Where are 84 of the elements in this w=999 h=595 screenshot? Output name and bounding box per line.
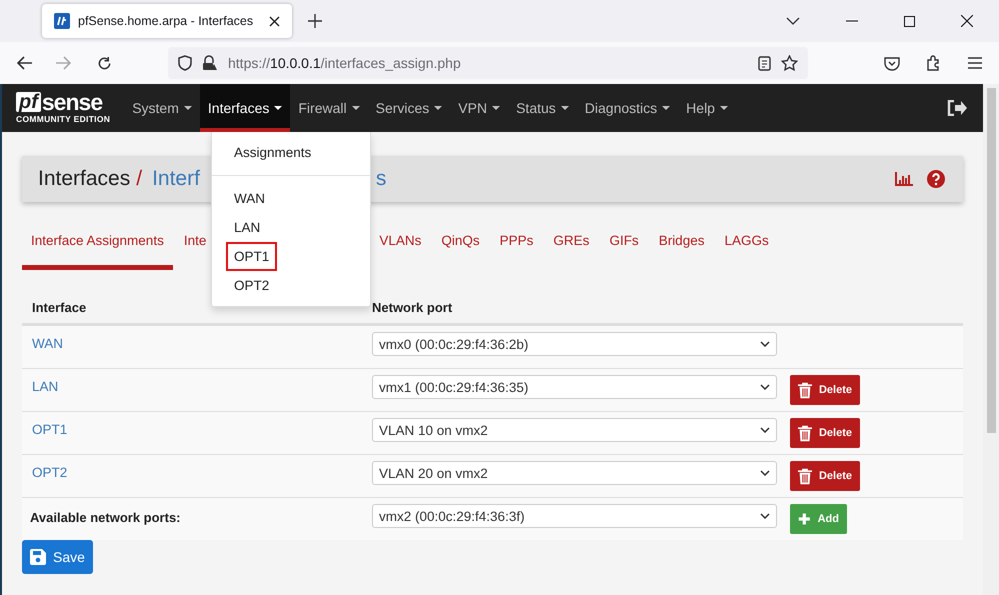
save-button[interactable]: Save: [22, 540, 93, 574]
minimize-icon[interactable]: [846, 20, 858, 22]
reload-icon[interactable]: [97, 56, 112, 70]
tab[interactable]: Interface Assignments: [22, 230, 173, 270]
logout-icon[interactable]: [947, 100, 967, 116]
caret-icon: [434, 106, 442, 110]
menu-item[interactable]: OPT2: [226, 271, 278, 300]
column-header: Network port: [372, 300, 454, 314]
shield-icon: [178, 55, 192, 71]
caret-icon: [560, 106, 569, 110]
tab[interactable]: QinQs: [432, 230, 489, 270]
chevron-down-icon[interactable]: [786, 17, 800, 25]
breadcrumb-separator: /: [136, 167, 142, 191]
nav-menu[interactable]: VPN: [450, 84, 508, 132]
chevron-down-icon: [760, 427, 770, 433]
delete-button[interactable]: Delete: [790, 418, 860, 448]
delete-button[interactable]: Delete: [790, 461, 860, 491]
nav-menu[interactable]: Interfaces: [200, 84, 290, 132]
nav-menu[interactable]: Firewall: [290, 84, 368, 132]
menu-item[interactable]: OPT1: [226, 242, 278, 271]
caret-icon: [184, 106, 192, 110]
port-select[interactable]: VLAN 20 on vmx2: [372, 461, 777, 485]
new-tab-icon[interactable]: [308, 14, 322, 28]
logo-wordmark: sense: [42, 92, 102, 112]
tab[interactable]: GREs: [544, 230, 598, 270]
breadcrumb-section: Interfaces: [38, 167, 130, 191]
caret-icon: [720, 106, 728, 110]
pfsense-favicon-icon: [54, 13, 70, 29]
scrollbar[interactable]: [983, 84, 999, 595]
tab[interactable]: VLANs: [370, 230, 430, 270]
trash-icon: [798, 466, 812, 486]
nav-menu[interactable]: Diagnostics: [576, 84, 678, 132]
close-icon[interactable]: [269, 16, 280, 26]
tab-title: pfSense.home.arpa - Interfaces: [78, 14, 254, 28]
pocket-icon[interactable]: [884, 56, 900, 70]
tab[interactable]: GIFs: [600, 230, 648, 270]
address-bar[interactable]: https://10.0.0.1/interfaces_assign.php: [168, 47, 808, 79]
plus-icon: [798, 511, 811, 527]
interface-link[interactable]: WAN: [32, 336, 63, 351]
menu-item[interactable]: WAN: [226, 184, 273, 213]
menu-item[interactable]: Assignments: [226, 138, 320, 167]
logo-mark: pf: [16, 92, 41, 112]
port-select[interactable]: VLAN 10 on vmx2: [372, 418, 777, 442]
caret-icon: [492, 106, 500, 110]
interface-link[interactable]: LAN: [32, 379, 58, 394]
maximize-icon[interactable]: [904, 16, 915, 26]
trash-icon: [798, 424, 812, 442]
help-icon[interactable]: [927, 170, 945, 188]
chevron-down-icon: [760, 470, 770, 476]
port-select[interactable]: vmx2 (00:0c:29:f4:36:3f): [372, 504, 777, 528]
tab[interactable]: Inte: [174, 230, 216, 270]
column-header: Interface: [31, 300, 88, 314]
caret-icon: [662, 106, 670, 110]
available-ports-label: Available network ports:: [30, 510, 180, 525]
reader-view-icon[interactable]: [758, 56, 771, 70]
chevron-down-icon: [760, 513, 770, 519]
caret-icon: [274, 106, 282, 110]
nav-menu[interactable]: Help: [678, 84, 736, 132]
port-select[interactable]: vmx1 (00:0c:29:f4:36:35): [372, 375, 777, 399]
menu-icon[interactable]: [968, 57, 982, 69]
nav-menu[interactable]: Status: [508, 84, 577, 132]
close-icon[interactable]: [961, 15, 973, 27]
tab[interactable]: LAGGs: [715, 230, 778, 270]
star-icon[interactable]: [781, 55, 798, 71]
nav-menu[interactable]: Services: [368, 84, 450, 132]
chevron-down-icon: [760, 384, 770, 390]
tab[interactable]: Bridges: [650, 230, 714, 270]
menu-item[interactable]: LAN: [226, 213, 268, 242]
interface-link[interactable]: OPT2: [32, 465, 68, 480]
browser-tab[interactable]: pfSense.home.arpa - Interfaces: [42, 4, 292, 38]
interface-link[interactable]: OPT1: [32, 422, 68, 437]
caret-icon: [352, 106, 360, 110]
nav-menu[interactable]: System: [124, 84, 200, 132]
url-text: https://10.0.0.1/interfaces_assign.php: [228, 55, 461, 71]
chevron-down-icon: [760, 341, 770, 347]
bar-chart-icon[interactable]: [895, 172, 913, 186]
port-select[interactable]: vmx0 (00:0c:29:f4:36:2b): [372, 332, 777, 356]
lock-warning-icon: [202, 55, 218, 71]
back-icon[interactable]: [17, 56, 33, 70]
scrollbar-thumb[interactable]: [986, 88, 996, 433]
tab[interactable]: PPPs: [490, 230, 542, 270]
trash-icon: [798, 380, 812, 400]
delete-button[interactable]: Delete: [790, 375, 860, 405]
logo-tagline: COMMUNITY EDITION: [16, 114, 110, 124]
